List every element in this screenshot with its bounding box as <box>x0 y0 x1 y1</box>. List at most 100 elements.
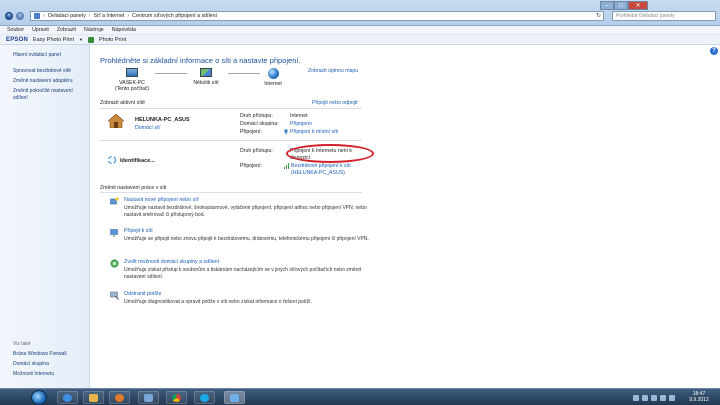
window-title-bar: – □ ✕ ‹ › › Ovládací panely › Síť a Inte… <box>0 0 720 26</box>
network-type-link[interactable]: Domácí síť <box>135 125 160 131</box>
sidebar-item-adapter-settings[interactable]: Změnit nastavení adaptéru <box>13 78 87 85</box>
menu-item-help[interactable]: Nápověda <box>112 27 136 33</box>
taskbar-explorer-button[interactable] <box>83 391 104 404</box>
full-map-link[interactable]: Zobrazit úplnou mapu <box>308 68 358 74</box>
wireless-signal-icon <box>284 163 289 169</box>
back-button[interactable]: ‹ <box>5 12 13 20</box>
task-description: Umožňuje diagnostikovat a opravit potíže… <box>124 299 312 305</box>
sidebar-item-internet-options[interactable]: Možnosti Internetu <box>13 371 54 377</box>
breadcrumb-separator-icon: › <box>43 13 45 19</box>
chrome-icon <box>172 394 181 402</box>
active-networks-label: Zobrazit aktivní sítě <box>100 100 145 106</box>
menu-item-edit[interactable]: Upravit <box>32 27 49 33</box>
start-button[interactable] <box>31 390 47 405</box>
minimize-button[interactable]: – <box>600 1 614 10</box>
clock[interactable]: 18:47 9.9.2012 <box>682 391 716 403</box>
divider <box>100 192 362 193</box>
tray-app-icon[interactable] <box>642 394 648 401</box>
network-name: HELUNKA-PC_ASUS <box>135 117 190 123</box>
help-icon[interactable]: ? <box>710 47 718 55</box>
taskbar-chrome-button[interactable] <box>166 391 187 404</box>
search-input[interactable]: Prohledat Ovládací panely <box>612 11 716 21</box>
see-also-caption: Viz také <box>13 341 31 347</box>
homegroup-label: Domácí skupina: <box>240 121 279 127</box>
easy-photo-print-button[interactable]: Easy Photo Print <box>33 37 74 43</box>
system-tray <box>633 393 679 402</box>
refresh-icon[interactable]: ↻ <box>596 12 603 20</box>
epson-toolbar: EPSON Easy Photo Print ▼ Photo Print <box>0 35 720 45</box>
divider <box>100 140 362 141</box>
maximize-button[interactable]: □ <box>614 1 628 10</box>
tray-arrow-icon[interactable] <box>633 394 639 401</box>
sidebar-home-link[interactable]: Hlavní ovládací panel <box>13 52 87 59</box>
wireless-connection-link[interactable]: Bezdrátové připojení k síti (HELUNKA-PC_… <box>291 163 361 176</box>
sidebar-item-homegroup[interactable]: Domácí skupina <box>13 361 49 367</box>
homegroup-link[interactable]: Připojeno <box>290 121 312 127</box>
taskbar-network-center-button[interactable] <box>224 391 245 404</box>
access-type-value: Internet <box>290 113 308 119</box>
breadcrumb-item[interactable]: Síť a Internet <box>94 13 125 19</box>
breadcrumb-separator-icon: › <box>88 13 91 19</box>
task-new-connection-link[interactable]: Nastavit nové připojení nebo síť <box>124 197 199 203</box>
menu-bar: Soubor Upravit Zobrazit Nástroje Nápověd… <box>0 26 720 35</box>
access-type-label: Druh přístupu: <box>240 113 273 119</box>
map-connector <box>155 73 187 74</box>
map-node-internet[interactable]: Internet <box>254 68 292 87</box>
tray-network-icon[interactable] <box>660 394 666 401</box>
map-node-this-computer[interactable]: VASEK-PC (Tento počítač) <box>112 68 152 92</box>
taskbar-skype-button[interactable] <box>194 391 215 404</box>
connect-disconnect-link[interactable]: Připojit nebo odpojit <box>312 100 358 106</box>
sidebar-item-advanced-sharing[interactable]: Změnit pokročilé nastavení sdílení <box>13 88 87 102</box>
map-node-sublabel: (Tento počítač) <box>114 86 150 92</box>
page-title: Prohlédněte si základní informace o síti… <box>100 56 301 65</box>
breadcrumb-item[interactable]: Ovládací panely <box>48 13 86 19</box>
internet-explorer-icon <box>63 394 72 402</box>
taskbar: 18:47 9.9.2012 <box>0 388 720 405</box>
sidebar-item-firewall[interactable]: Brána Windows Firewall <box>13 351 67 357</box>
ethernet-icon <box>284 129 288 135</box>
photo-print-icon <box>87 36 94 43</box>
sidebar: Hlavní ovládací panel Spravovat bezdráto… <box>0 45 90 388</box>
network-name: Identifikace... <box>120 158 155 164</box>
taskbar-app-button[interactable] <box>138 391 159 404</box>
taskbar-media-player-button[interactable] <box>109 391 130 404</box>
app-icon <box>144 394 153 402</box>
close-button[interactable]: ✕ <box>628 1 648 10</box>
skype-icon <box>200 394 209 402</box>
connections-label: Připojení: <box>240 129 262 135</box>
task-connect-link[interactable]: Připojit k síti <box>124 228 153 234</box>
map-node-networks[interactable]: Několik sítí <box>186 68 226 86</box>
connections-label: Připojení: <box>240 163 262 169</box>
menu-item-view[interactable]: Zobrazit <box>57 27 76 33</box>
tray-volume-icon[interactable] <box>669 394 675 401</box>
task-description: Umožňuje se připojit nebo znovu připojit… <box>124 236 369 242</box>
task-homegroup-link[interactable]: Zvolit možnosti domácí skupiny a sdílení <box>124 259 219 265</box>
change-settings-label: Změnit nastavení práce v síti <box>100 185 167 191</box>
photo-print-button[interactable]: Photo Print <box>99 37 126 43</box>
task-description: Umožňuje získat přístup k souborům a tis… <box>124 267 361 280</box>
home-network-icon <box>107 113 125 129</box>
folder-icon <box>89 394 98 402</box>
task-troubleshoot-link[interactable]: Odstranit potíže <box>124 291 161 297</box>
divider <box>100 108 362 109</box>
map-node-label: Několik sítí <box>193 80 219 86</box>
computer-icon <box>126 68 138 77</box>
dropdown-arrow-icon[interactable]: ▼ <box>79 37 83 42</box>
taskbar-ie-button[interactable] <box>57 391 78 404</box>
forward-button[interactable]: › <box>16 12 24 20</box>
identifying-spinner-icon <box>107 155 117 165</box>
menu-item-file[interactable]: Soubor <box>7 27 24 33</box>
task-description: Umožňuje nastavit bezdrátové, širokopásm… <box>124 205 367 218</box>
network-icon <box>230 394 239 402</box>
control-panel-icon <box>34 13 40 19</box>
breadcrumb-item[interactable]: Centrum síťových připojení a sdílení <box>132 13 217 19</box>
access-type-label: Druh přístupu: <box>240 148 273 154</box>
address-bar[interactable]: › Ovládací panely › Síť a Internet › Cen… <box>30 11 604 21</box>
menu-item-tools[interactable]: Nástroje <box>84 27 104 33</box>
sidebar-item-manage-wireless[interactable]: Spravovat bezdrátové sítě <box>13 68 87 75</box>
connect-network-icon <box>110 228 119 237</box>
tray-flag-icon[interactable] <box>651 394 657 401</box>
new-connection-icon <box>110 197 119 206</box>
local-connection-link[interactable]: Připojení k místní síti <box>290 129 338 135</box>
multiple-networks-icon <box>200 68 212 77</box>
